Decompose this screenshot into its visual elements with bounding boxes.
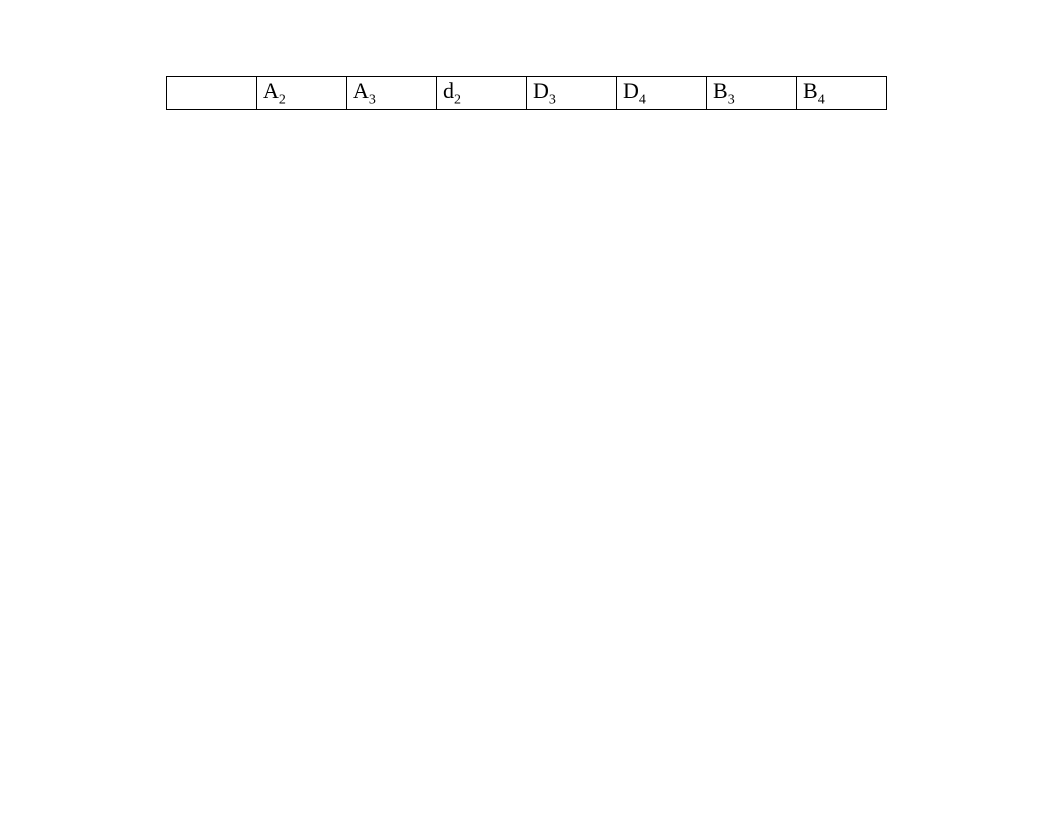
col-header-b4: B4 — [797, 76, 887, 109]
col-header-d4-upper: D4 — [617, 76, 707, 109]
col-header-a2: A2 — [257, 76, 347, 109]
group-header-xbar — [220, 40, 400, 64]
table-header-row: A2 A3 d2 D3 D4 B3 B4 — [167, 76, 887, 109]
group-header-rchart — [530, 40, 720, 64]
col-header-sample — [167, 76, 257, 109]
group-header-sigma — [400, 40, 530, 64]
group-header-schart — [720, 40, 910, 64]
document-page: A2 A3 d2 D3 D4 B3 B4 — [0, 0, 1053, 826]
column-group-headers — [220, 40, 1013, 64]
col-header-a3: A3 — [347, 76, 437, 109]
col-header-d2: d2 — [437, 76, 527, 109]
constants-table: A2 A3 d2 D3 D4 B3 B4 — [166, 76, 887, 110]
col-header-b3: B3 — [707, 76, 797, 109]
col-header-d3-upper: D3 — [527, 76, 617, 109]
